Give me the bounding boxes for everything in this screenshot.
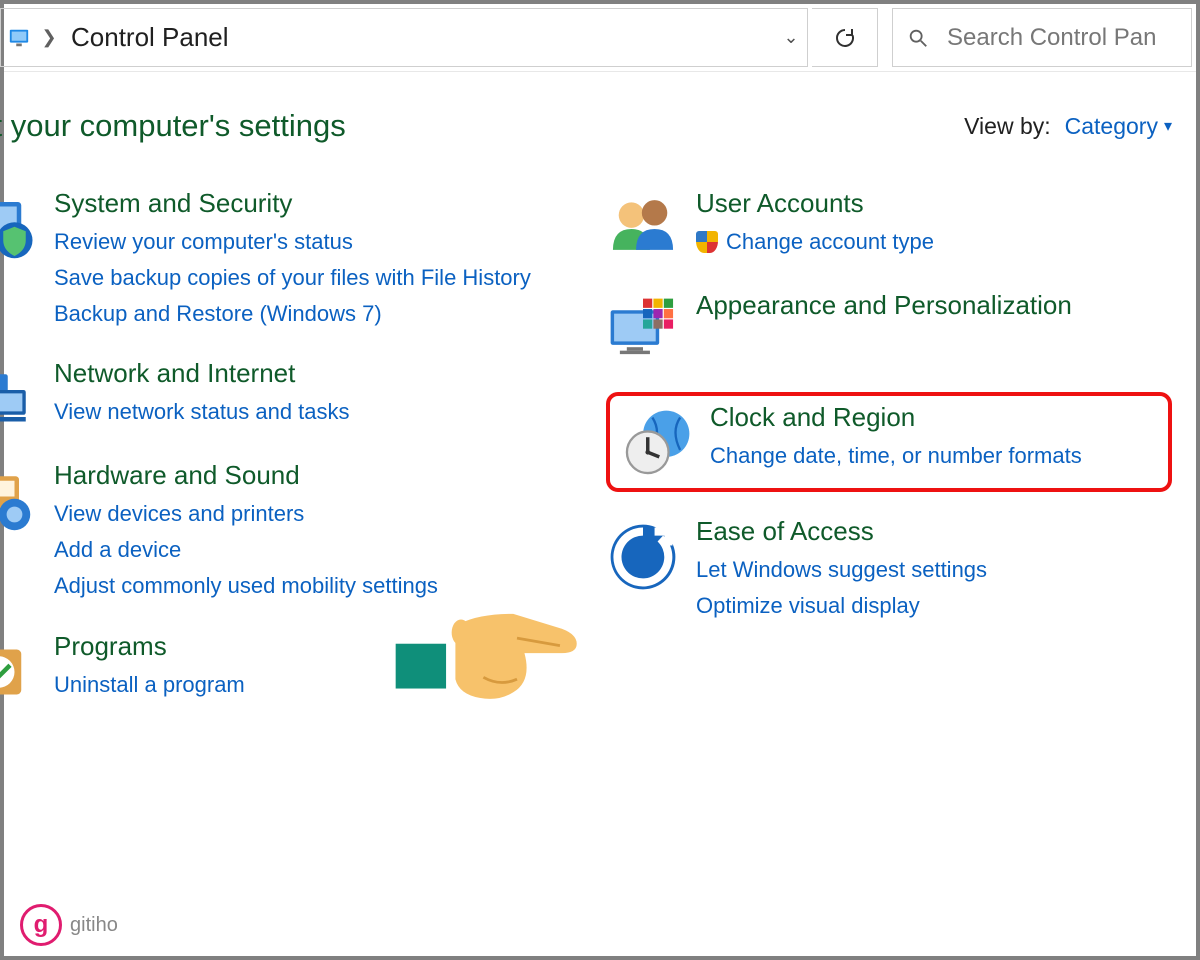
address-dropdown-icon[interactable]: ⌄ xyxy=(775,27,807,48)
appearance-icon xyxy=(606,294,680,368)
link-file-history[interactable]: Save backup copies of your files with Fi… xyxy=(54,263,570,293)
link-change-account-type[interactable]: Change account type xyxy=(696,227,1172,257)
category-title[interactable]: Hardware and Sound xyxy=(54,460,570,491)
breadcrumb-arrow-icon: ❯ xyxy=(35,27,63,48)
link-review-status[interactable]: Review your computer's status xyxy=(54,227,570,257)
link-windows-suggest[interactable]: Let Windows suggest settings xyxy=(696,555,1172,585)
category-title[interactable]: System and Security xyxy=(54,188,570,219)
link-devices-printers[interactable]: View devices and printers xyxy=(54,499,570,529)
hardware-icon xyxy=(0,464,38,538)
category-title[interactable]: User Accounts xyxy=(696,188,1172,219)
view-by-label: View by: xyxy=(964,113,1051,140)
search-box[interactable] xyxy=(892,8,1192,67)
link-date-time-formats[interactable]: Change date, time, or number formats xyxy=(710,441,1158,471)
link-add-device[interactable]: Add a device xyxy=(54,535,570,565)
link-mobility-settings[interactable]: Adjust commonly used mobility settings xyxy=(54,571,570,601)
system-security-icon xyxy=(0,192,38,266)
clock-region-icon xyxy=(620,406,694,480)
categories: System and Security Review your computer… xyxy=(4,152,1196,733)
category-appearance: Appearance and Personalization xyxy=(606,290,1172,368)
address-bar[interactable]: ❯ Control Panel ⌄ xyxy=(0,8,808,67)
link-network-status[interactable]: View network status and tasks xyxy=(54,397,570,427)
category-title[interactable]: Appearance and Personalization xyxy=(696,290,1172,321)
refresh-button[interactable] xyxy=(812,8,878,67)
right-column: User Accounts Change account type xyxy=(606,188,1172,733)
link-uninstall-program[interactable]: Uninstall a program xyxy=(54,670,570,700)
chevron-down-icon: ▾ xyxy=(1164,116,1172,136)
search-icon xyxy=(907,26,929,50)
category-ease-of-access: Ease of Access Let Windows suggest setti… xyxy=(606,516,1172,627)
link-optimize-display[interactable]: Optimize visual display xyxy=(696,591,1172,621)
page-title: st your computer's settings xyxy=(0,108,346,144)
page-header: st your computer's settings View by: Cat… xyxy=(4,72,1196,152)
left-column: System and Security Review your computer… xyxy=(4,188,570,733)
category-title[interactable]: Clock and Region xyxy=(710,402,1158,433)
category-user-accounts: User Accounts Change account type xyxy=(606,188,1172,266)
category-title[interactable]: Programs xyxy=(54,631,570,662)
programs-icon xyxy=(0,635,38,709)
user-accounts-icon xyxy=(606,192,680,266)
category-programs: Programs Uninstall a program xyxy=(4,631,570,709)
category-network-internet: Network and Internet View network status… xyxy=(4,358,570,436)
ease-of-access-icon xyxy=(606,520,680,594)
category-system-security: System and Security Review your computer… xyxy=(4,188,570,334)
category-clock-region: Clock and Region Change date, time, or n… xyxy=(606,392,1172,492)
control-panel-icon xyxy=(7,26,31,50)
watermark: g gitiho xyxy=(20,904,118,946)
category-title[interactable]: Network and Internet xyxy=(54,358,570,389)
toolbar: ❯ Control Panel ⌄ xyxy=(4,4,1196,72)
search-input[interactable] xyxy=(945,23,1191,53)
view-by-dropdown[interactable]: Category ▾ xyxy=(1065,113,1172,140)
category-title[interactable]: Ease of Access xyxy=(696,516,1172,547)
view-by-value: Category xyxy=(1065,113,1158,140)
category-hardware-sound: Hardware and Sound View devices and prin… xyxy=(4,460,570,606)
watermark-logo-icon: g xyxy=(20,904,62,946)
network-icon xyxy=(0,362,38,436)
breadcrumb-current[interactable]: Control Panel xyxy=(63,16,237,59)
link-backup-restore[interactable]: Backup and Restore (Windows 7) xyxy=(54,299,570,329)
watermark-text: gitiho xyxy=(70,914,118,937)
